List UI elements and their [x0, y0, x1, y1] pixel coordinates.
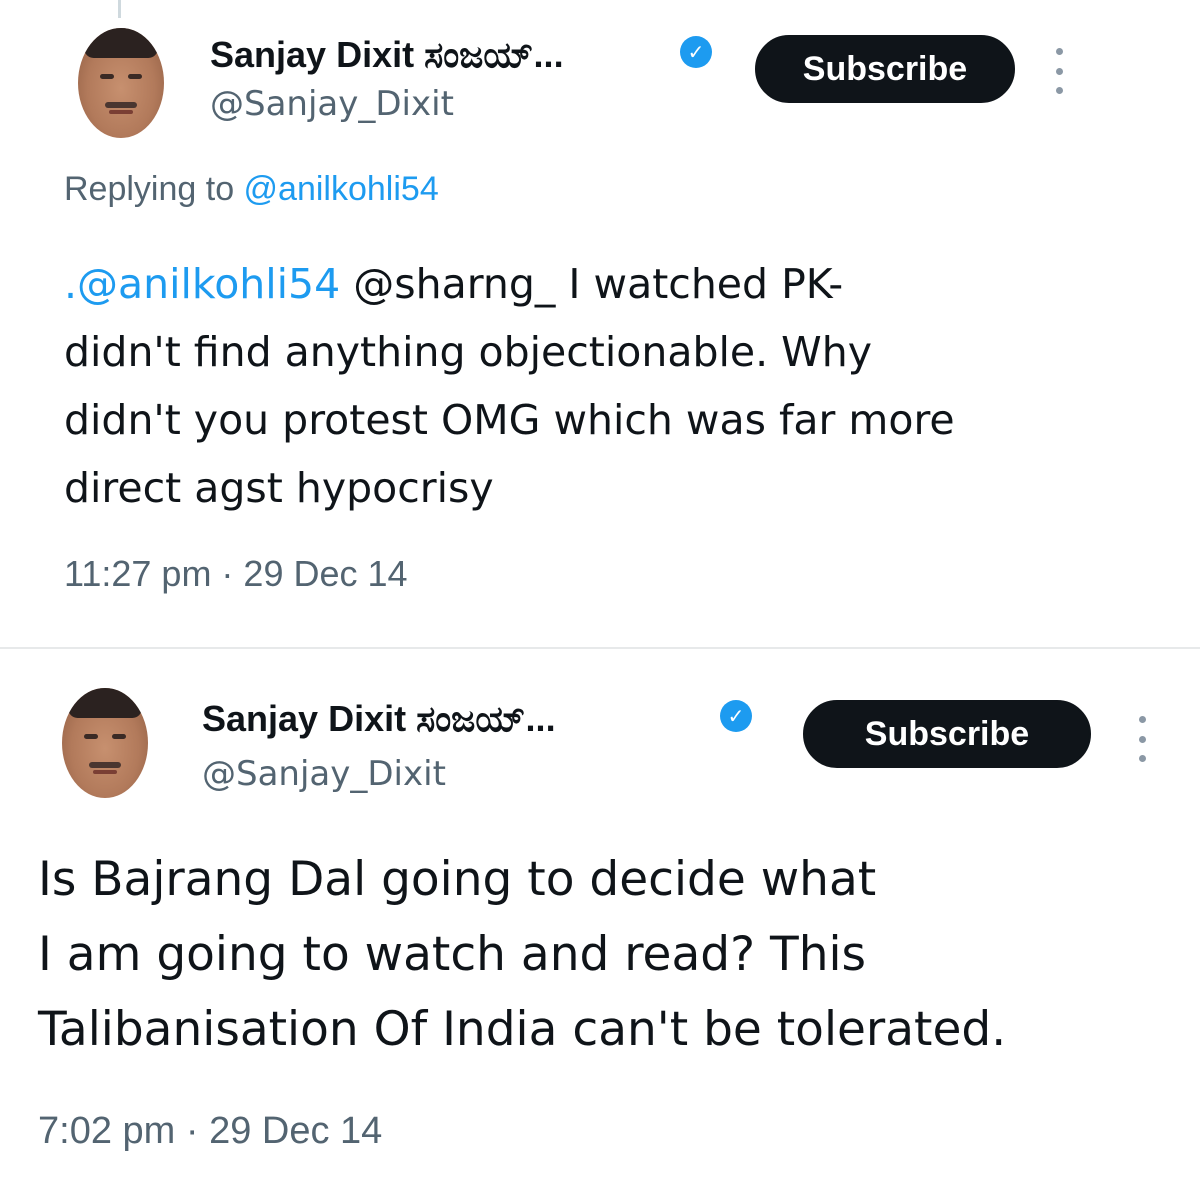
avatar[interactable]	[62, 688, 148, 798]
author-name[interactable]: Sanjay Dixit ಸಂಜಯ್...	[210, 34, 564, 77]
avatar-hair	[68, 688, 142, 718]
avatar[interactable]	[78, 28, 164, 138]
tweet-timestamp[interactable]: 11:27 pm · 29 Dec 14	[64, 553, 408, 595]
avatar-mouth	[109, 110, 133, 114]
tweet-text-line: direct agst hypocrisy	[64, 464, 494, 512]
replying-prefix: Replying to	[64, 170, 244, 208]
tweet-text: Is Bajrang Dal going to decide what I am…	[38, 842, 1006, 1067]
dot	[1055, 67, 1063, 75]
tweet-divider	[0, 647, 1200, 649]
avatar-eye	[100, 74, 114, 79]
tweet[interactable]: Sanjay Dixit ಸಂಜಯ್... ✓ @Sanjay_Dixit Su…	[0, 650, 1200, 1200]
avatar-eye	[84, 734, 98, 739]
tweet-text-line: .@anilkohli54 @sharng_ I watched PK-	[64, 250, 955, 318]
tweet-text-line: Talibanisation Of India can't be tolerat…	[38, 1002, 1007, 1057]
tweet-text-segment: @sharng_ I watched PK-	[340, 260, 844, 308]
tweet-text-line: I am going to watch and read? This	[38, 927, 867, 982]
avatar-mouth	[93, 770, 117, 774]
author-name[interactable]: Sanjay Dixit ಸಂಜಯ್...	[202, 698, 556, 741]
avatar-moustache	[105, 102, 137, 108]
replying-to-mention-link[interactable]: @anilkohli54	[244, 170, 439, 208]
more-options-icon[interactable]	[1053, 48, 1065, 94]
verified-badge-icon: ✓	[680, 36, 712, 68]
dot	[1055, 48, 1063, 55]
avatar-eye	[128, 74, 142, 79]
tweet-text-line: didn't find anything objectionable. Why	[64, 328, 872, 376]
dot	[1138, 755, 1146, 762]
dot	[1138, 716, 1146, 723]
tweet-reply[interactable]: Sanjay Dixit ಸಂಜಯ್... ✓ @Sanjay_Dixit Su…	[0, 0, 1200, 648]
avatar-moustache	[89, 762, 121, 768]
replying-to: Replying to @anilkohli54	[64, 170, 439, 209]
tweet-text: .@anilkohli54 @sharng_ I watched PK- did…	[64, 250, 955, 522]
tweet-timestamp[interactable]: 7:02 pm · 29 Dec 14	[38, 1110, 382, 1153]
avatar-hair	[84, 28, 158, 58]
tweet-text-line: Is Bajrang Dal going to decide what	[38, 852, 877, 907]
author-handle[interactable]: @Sanjay_Dixit	[210, 84, 454, 124]
subscribe-button[interactable]: Subscribe	[755, 35, 1015, 103]
dot	[1138, 735, 1146, 743]
verified-badge-icon: ✓	[720, 700, 752, 732]
avatar-eye	[112, 734, 126, 739]
dot	[1055, 87, 1063, 94]
author-handle[interactable]: @Sanjay_Dixit	[202, 754, 446, 794]
more-options-icon[interactable]	[1136, 716, 1148, 762]
mention-link[interactable]: .@anilkohli54	[64, 260, 340, 308]
subscribe-button[interactable]: Subscribe	[803, 700, 1091, 768]
tweet-text-line: didn't you protest OMG which was far mor…	[64, 396, 955, 444]
